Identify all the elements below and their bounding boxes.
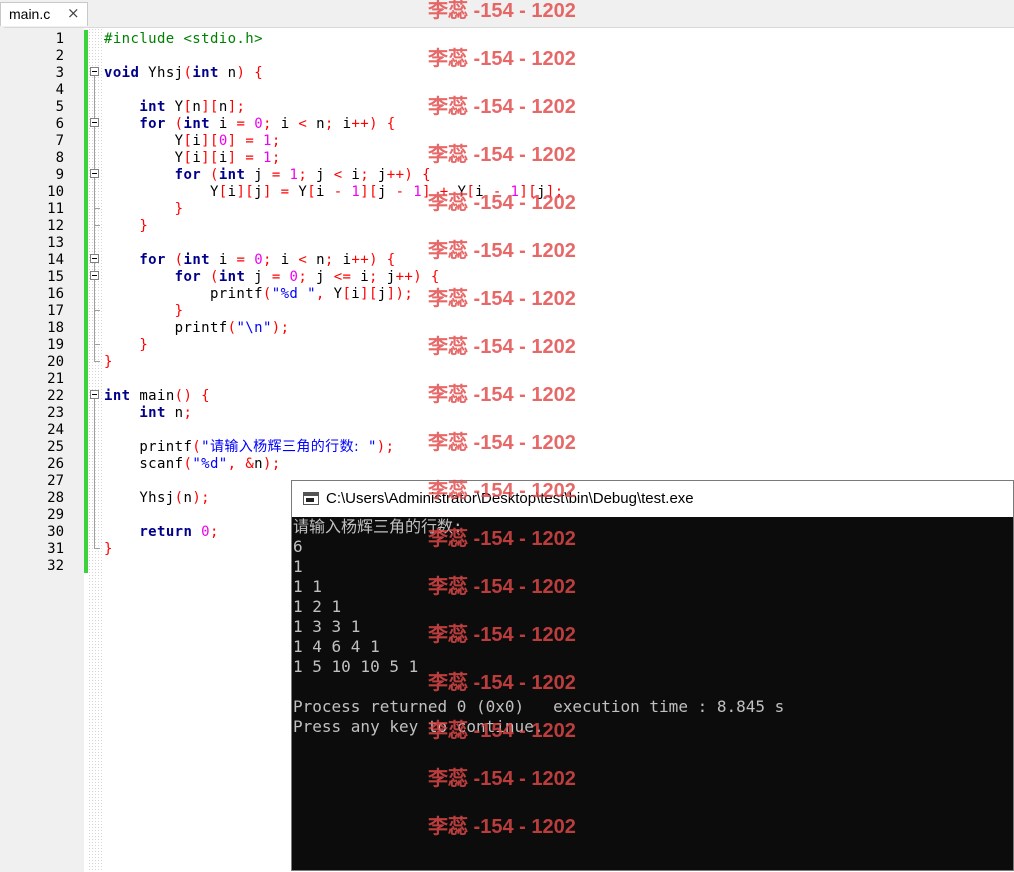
console-title: C:\Users\Administrator\Desktop\test\bin\…: [326, 490, 694, 507]
line-number: 18: [47, 320, 64, 336]
close-icon[interactable]: ×: [67, 4, 80, 22]
code-line-6: for (int i = 0; i < n; i++) {: [139, 116, 396, 132]
fold-toggle-icon[interactable]: [90, 390, 99, 399]
fold-end: [94, 310, 100, 311]
line-number: 29: [47, 507, 64, 523]
code-line-9: for (int j = 1; j < i; j++) {: [174, 167, 431, 183]
line-number: 22: [47, 388, 64, 404]
code-line-15: for (int j = 0; j <= i; j++) {: [174, 269, 440, 285]
line-number: 14: [47, 252, 64, 268]
fold-end: [94, 225, 100, 226]
fold-toggle-icon[interactable]: [90, 67, 99, 76]
code-line-1: #include <stdio.h>: [104, 31, 263, 47]
line-number: 20: [47, 354, 64, 370]
code-line-3: void Yhsj(int n) {: [104, 65, 264, 81]
console-line: 1 3 3 1: [293, 617, 361, 636]
code-line-10: Y[i][j] = Y[i - 1][j - 1] + Y[i - 1][j];: [104, 184, 564, 200]
tab-bar: main.c ×: [0, 0, 1014, 27]
code-line-14: for (int i = 0; i < n; i++) {: [139, 252, 396, 268]
code-line-26: scanf("%d", &n);: [104, 456, 281, 472]
line-number: 28: [47, 490, 64, 506]
fold-line: [94, 399, 95, 549]
code-line-17: }: [174, 303, 184, 319]
console-line: 6: [293, 537, 303, 556]
fold-toggle-icon[interactable]: [90, 254, 99, 263]
console-line: 1 4 6 4 1: [293, 637, 380, 656]
fold-end: [94, 344, 100, 345]
tab-label: main.c: [9, 6, 51, 22]
line-number: 24: [47, 422, 64, 438]
line-number: 23: [47, 405, 64, 421]
line-number: 10: [47, 184, 64, 200]
code-line-16: printf("%d ", Y[i][j]);: [104, 286, 414, 302]
fold-toggle-icon[interactable]: [90, 169, 99, 178]
code-line-12: }: [139, 218, 149, 234]
line-number: 9: [55, 167, 64, 183]
line-number: 16: [47, 286, 64, 302]
console-line: 1: [293, 557, 303, 576]
console-window[interactable]: C:\Users\Administrator\Desktop\test\bin\…: [291, 480, 1014, 871]
line-number: 32: [47, 558, 64, 574]
code-line-23: int n;: [139, 405, 193, 421]
line-number: 15: [47, 269, 64, 285]
fold-toggle-icon[interactable]: [90, 271, 99, 280]
code-line-19: }: [139, 337, 149, 353]
code-line-11: }: [174, 201, 184, 217]
line-number: 26: [47, 456, 64, 472]
code-line-25: printf("请输入杨辉三角的行数: ");: [104, 439, 395, 455]
code-line-20: }: [104, 354, 113, 370]
fold-end: [94, 548, 100, 549]
fold-end: [94, 208, 100, 209]
line-number: 21: [47, 371, 64, 387]
change-marker-bar: [84, 30, 88, 573]
line-number: 17: [47, 303, 64, 319]
code-line-30: return 0;: [139, 524, 219, 540]
line-number: 4: [55, 82, 64, 98]
line-number: 6: [55, 116, 64, 132]
line-number: 12: [47, 218, 64, 234]
line-number: 7: [55, 133, 64, 149]
code-line-28: Yhsj(n);: [104, 490, 211, 506]
margin-pattern: [88, 28, 102, 872]
line-number: 25: [47, 439, 64, 455]
line-number: 19: [47, 337, 64, 353]
fold-toggle-icon[interactable]: [90, 118, 99, 127]
line-number: 13: [47, 235, 64, 251]
code-line-18: printf("\n");: [104, 320, 290, 336]
console-titlebar[interactable]: C:\Users\Administrator\Desktop\test\bin\…: [292, 481, 1013, 517]
line-number: 1: [55, 31, 64, 47]
console-line: 1 1: [293, 577, 322, 596]
console-line: Press any key to continue.: [293, 717, 544, 736]
line-number: 11: [47, 201, 64, 217]
code-line-7: Y[i][0] = 1;: [104, 133, 281, 149]
console-line: 1 2 1: [293, 597, 342, 616]
console-line: Process returned 0 (0x0) execution time …: [293, 697, 785, 716]
line-number: 27: [47, 473, 64, 489]
line-number: 3: [55, 65, 64, 81]
console-app-icon: [303, 492, 319, 505]
code-line-5: int Y[n][n];: [139, 99, 246, 115]
line-number: 30: [47, 524, 64, 540]
console-line: 请输入杨辉三角的行数:: [293, 517, 463, 536]
line-number: 5: [55, 99, 64, 115]
line-number: 31: [47, 541, 64, 557]
fold-end: [94, 361, 100, 362]
tab-main-c[interactable]: main.c ×: [0, 2, 88, 26]
line-number: 8: [55, 150, 64, 166]
code-line-22: int main() {: [104, 388, 211, 404]
code-line-8: Y[i][i] = 1;: [104, 150, 281, 166]
code-line-31: }: [104, 541, 113, 557]
console-line: 1 5 10 10 5 1: [293, 657, 419, 676]
line-number: 2: [55, 48, 64, 64]
